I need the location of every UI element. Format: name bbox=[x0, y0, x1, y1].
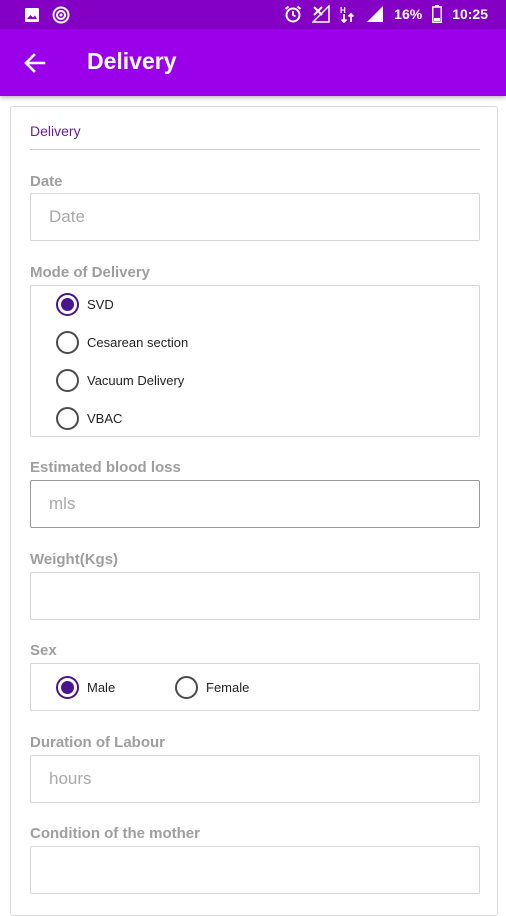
radio-option-male[interactable]: Male bbox=[56, 676, 115, 699]
mother-condition-input[interactable] bbox=[31, 847, 479, 893]
weight-field bbox=[30, 572, 480, 620]
mother-condition-field bbox=[30, 846, 480, 894]
page-title: Delivery bbox=[87, 48, 177, 74]
divider bbox=[30, 149, 480, 150]
sex-label: Sex bbox=[30, 642, 57, 659]
data-arrows-icon: H bbox=[340, 6, 355, 23]
clock: 10:25 bbox=[452, 6, 488, 22]
sex-group: Male Female bbox=[30, 663, 480, 711]
arrow-left-icon bbox=[24, 53, 46, 73]
blood-loss-input[interactable] bbox=[31, 481, 479, 527]
svg-text:H: H bbox=[340, 6, 346, 15]
radio-option-cesarean[interactable]: Cesarean section bbox=[56, 331, 188, 354]
labour-duration-field bbox=[30, 755, 480, 803]
battery-icon bbox=[432, 5, 443, 23]
weight-label: Weight(Kgs) bbox=[30, 551, 119, 568]
radio-label: Female bbox=[206, 680, 250, 695]
radio-label: SVD bbox=[87, 297, 114, 312]
radio-button-checked[interactable] bbox=[56, 293, 79, 316]
no-signal-icon bbox=[312, 5, 330, 23]
radio-label: Vacuum Delivery bbox=[87, 373, 185, 388]
mode-of-delivery-label: Mode of Delivery bbox=[30, 264, 151, 281]
radio-button[interactable] bbox=[175, 676, 198, 699]
cast-icon bbox=[52, 6, 70, 24]
radio-button[interactable] bbox=[56, 369, 79, 392]
labour-duration-input[interactable] bbox=[31, 756, 479, 802]
radio-option-female[interactable]: Female bbox=[175, 676, 249, 699]
date-input[interactable] bbox=[31, 194, 479, 240]
date-label: Date bbox=[30, 173, 63, 190]
blood-loss-label: Estimated blood loss bbox=[30, 459, 181, 476]
labour-duration-label: Duration of Labour bbox=[30, 734, 165, 751]
mother-condition-label: Condition of the mother bbox=[30, 825, 200, 842]
radio-button[interactable] bbox=[56, 407, 79, 430]
app-bar: Delivery bbox=[0, 29, 506, 96]
mode-of-delivery-group: SVD Cesarean section Vacuum Delivery VBA… bbox=[30, 285, 480, 437]
battery-percent: 16% bbox=[394, 6, 423, 22]
delivery-form-card: Delivery Date Mode of Delivery SVD Cesar… bbox=[10, 106, 498, 916]
blood-loss-field bbox=[30, 480, 480, 528]
radio-label: Male bbox=[87, 680, 116, 695]
section-title: Delivery bbox=[30, 123, 81, 139]
radio-label: VBAC bbox=[87, 411, 123, 426]
image-icon bbox=[25, 8, 39, 22]
radio-label: Cesarean section bbox=[87, 335, 189, 350]
signal-icon bbox=[367, 6, 384, 22]
radio-option-svd[interactable]: SVD bbox=[56, 293, 114, 316]
date-field bbox=[30, 193, 480, 241]
radio-button[interactable] bbox=[56, 331, 79, 354]
radio-option-vacuum[interactable]: Vacuum Delivery bbox=[56, 369, 184, 392]
status-bar: H 16% 10:25 bbox=[0, 0, 506, 29]
weight-input[interactable] bbox=[31, 573, 479, 619]
radio-button-checked[interactable] bbox=[56, 676, 79, 699]
back-button[interactable] bbox=[18, 46, 52, 80]
radio-option-vbac[interactable]: VBAC bbox=[56, 407, 122, 430]
alarm-icon bbox=[285, 5, 302, 23]
